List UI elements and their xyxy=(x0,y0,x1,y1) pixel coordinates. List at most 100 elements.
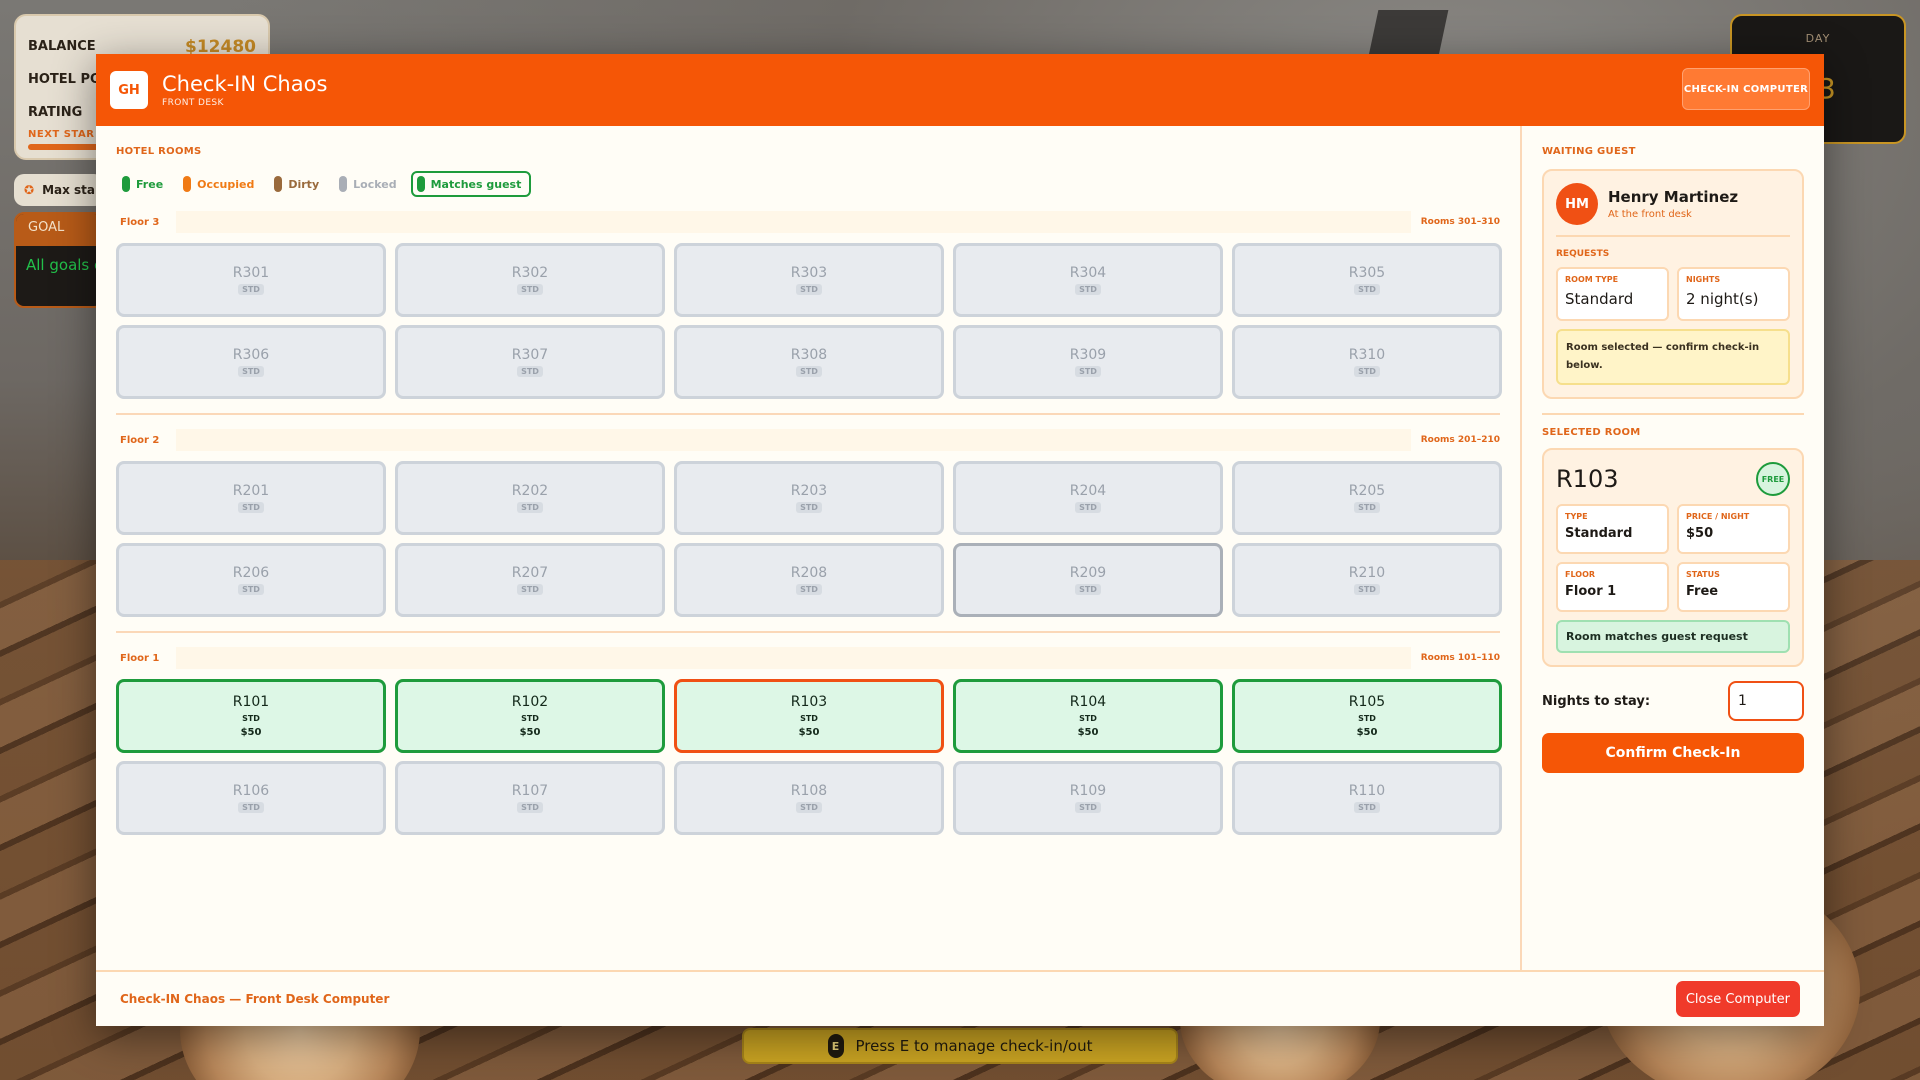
room-price: $50 xyxy=(240,727,262,738)
room-type-tag: STD xyxy=(517,584,543,595)
room-tile-r108[interactable]: R108 STD xyxy=(674,761,944,835)
floor-name: Floor 2 xyxy=(120,434,160,446)
room-number: R205 xyxy=(1348,483,1386,499)
legend-swatch xyxy=(122,176,130,192)
rooms-pane: HOTEL ROOMS Free Occupied Dirty Locked Match… xyxy=(96,126,1522,970)
room-type-tag: STD xyxy=(1079,714,1097,723)
room-type-tag: STD xyxy=(800,714,818,723)
room-tile-r205[interactable]: R205 STD xyxy=(1232,461,1502,535)
room-number: R204 xyxy=(1069,483,1107,499)
room-number: R102 xyxy=(511,694,549,710)
requests-grid: ROOM TYPE Standard NIGHTS 2 night(s) xyxy=(1556,267,1790,321)
room-tile-r206[interactable]: R206 STD xyxy=(116,543,386,617)
hud-max-star-label: Max sta xyxy=(42,183,95,197)
detail-type: TYPE Standard xyxy=(1556,504,1669,554)
room-tile-r109[interactable]: R109 STD xyxy=(953,761,1223,835)
room-number: R209 xyxy=(1069,565,1107,581)
detail-price-label: PRICE / NIGHT xyxy=(1686,512,1750,521)
confirm-check-in-button[interactable]: Confirm Check-In xyxy=(1542,733,1804,773)
room-type-tag: STD xyxy=(517,502,543,513)
room-type-tag: STD xyxy=(238,802,264,813)
selected-room-details: TYPE Standard PRICE / NIGHT $50 FLOOR Fl… xyxy=(1556,504,1790,612)
close-computer-button[interactable]: Close Computer xyxy=(1675,981,1800,1017)
guest-card: HM Henry Martinez At the front desk REQU… xyxy=(1542,169,1804,399)
room-type-tag: STD xyxy=(796,802,822,813)
room-tile-r309[interactable]: R309 STD xyxy=(953,325,1223,399)
room-tile-r202[interactable]: R202 STD xyxy=(395,461,665,535)
room-type-tag: STD xyxy=(1354,502,1380,513)
room-type-tag: STD xyxy=(238,584,264,595)
room-tile-r104[interactable]: R104 STD $50 xyxy=(953,679,1223,753)
room-tile-r203[interactable]: R203 STD xyxy=(674,461,944,535)
star-icon: ✪ xyxy=(24,183,35,197)
selected-room-card: R103 FREE TYPE Standard PRICE / NIGHT $5… xyxy=(1542,448,1804,667)
selected-room-header: R103 FREE xyxy=(1556,462,1790,496)
room-tile-r105[interactable]: R105 STD $50 xyxy=(1232,679,1502,753)
detail-floor-label: FLOOR xyxy=(1565,570,1596,579)
room-tile-r301[interactable]: R301 STD xyxy=(116,243,386,317)
room-tile-r208[interactable]: R208 STD xyxy=(674,543,944,617)
legend-item-occupied: Occupied xyxy=(177,172,260,196)
room-price: $50 xyxy=(1356,727,1378,738)
room-tile-r201[interactable]: R201 STD xyxy=(116,461,386,535)
room-tile-r307[interactable]: R307 STD xyxy=(395,325,665,399)
room-grid: R201 STD R202 STD R203 STD R204 STD R205 STD R206 S… xyxy=(116,461,1502,617)
footer-text: Check-IN Chaos — Front Desk Computer xyxy=(120,992,390,1006)
side-divider xyxy=(1542,413,1804,415)
room-type-tag: STD xyxy=(796,284,822,295)
side-pane: WAITING GUEST HM Henry Martinez At the f… xyxy=(1522,126,1824,970)
legend-label: Occupied xyxy=(197,177,255,191)
room-grid: R101 STD $50 R102 STD $50 R103 STD $50 R104 STD $50… xyxy=(116,679,1502,835)
legend-swatch xyxy=(339,176,348,192)
room-tile-r303[interactable]: R303 STD xyxy=(674,243,944,317)
room-number: R307 xyxy=(511,347,549,363)
room-tile-r102[interactable]: R102 STD $50 xyxy=(395,679,665,753)
room-tile-r306[interactable]: R306 STD xyxy=(116,325,386,399)
floor-header: Floor 2 Rooms 201–210 xyxy=(116,429,1500,451)
hud-goal-text: All goals c xyxy=(26,256,103,274)
detail-price: PRICE / NIGHT $50 xyxy=(1677,504,1790,554)
check-in-computer-tab-button[interactable]: CHECK-IN COMPUTER xyxy=(1682,68,1810,110)
room-number: R206 xyxy=(232,565,270,581)
detail-status-label: STATUS xyxy=(1686,570,1720,579)
guest-status: At the front desk xyxy=(1608,209,1692,220)
status-badge: FREE xyxy=(1756,462,1790,496)
room-number: R108 xyxy=(790,783,828,799)
room-tile-r103[interactable]: R103 STD $50 xyxy=(674,679,944,753)
room-tile-r209[interactable]: R209 STD xyxy=(953,543,1223,617)
key-e-icon: E xyxy=(827,1034,844,1058)
room-type-tag: STD xyxy=(796,502,822,513)
room-tile-r304[interactable]: R304 STD xyxy=(953,243,1223,317)
room-tile-r207[interactable]: R207 STD xyxy=(395,543,665,617)
prompt-text: Press E to manage check-in/out xyxy=(855,1037,1093,1055)
room-tile-r308[interactable]: R308 STD xyxy=(674,325,944,399)
modal-title: Check-IN Chaos xyxy=(162,72,328,96)
room-tile-r101[interactable]: R101 STD $50 xyxy=(116,679,386,753)
room-tile-r310[interactable]: R310 STD xyxy=(1232,325,1502,399)
hud-day-label: DAY xyxy=(1805,32,1831,45)
room-number: R109 xyxy=(1069,783,1107,799)
room-tile-r305[interactable]: R305 STD xyxy=(1232,243,1502,317)
floor-separator xyxy=(116,631,1500,633)
room-tile-r106[interactable]: R106 STD xyxy=(116,761,386,835)
hud-balance-label: BALANCE xyxy=(28,39,96,54)
room-tile-r107[interactable]: R107 STD xyxy=(395,761,665,835)
selected-room-number: R103 xyxy=(1556,465,1619,493)
room-tile-r204[interactable]: R204 STD xyxy=(953,461,1223,535)
hud-max-star: ✪ Max sta xyxy=(14,174,104,206)
room-price: $50 xyxy=(1077,727,1099,738)
room-tile-r302[interactable]: R302 STD xyxy=(395,243,665,317)
legend-item-free: Free xyxy=(116,172,169,196)
legend-swatch xyxy=(183,176,192,192)
room-number: R201 xyxy=(232,483,270,499)
room-status-legend: Free Occupied Dirty Locked Matches guest xyxy=(116,171,1500,197)
floor-range: Rooms 201–210 xyxy=(1420,435,1500,445)
room-type-tag: STD xyxy=(1358,714,1376,723)
nights-to-stay-label: Nights to stay: xyxy=(1542,693,1651,709)
room-tile-r110[interactable]: R110 STD xyxy=(1232,761,1502,835)
nights-to-stay-input[interactable] xyxy=(1728,681,1804,721)
room-grid: R301 STD R302 STD R303 STD R304 STD R305 STD R306 S… xyxy=(116,243,1502,399)
room-tile-r210[interactable]: R210 STD xyxy=(1232,543,1502,617)
room-type-tag: STD xyxy=(238,284,264,295)
room-type-tag: STD xyxy=(521,714,539,723)
